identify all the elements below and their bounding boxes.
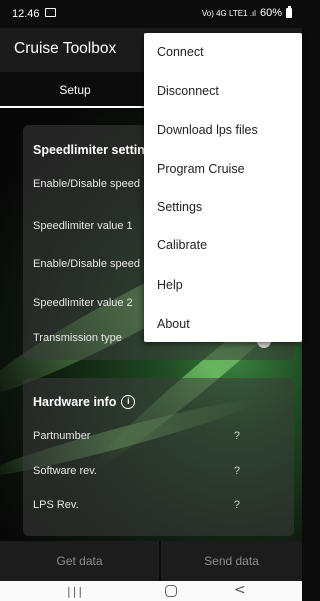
speedlimiter-value-1-label[interactable]: Speedlimiter value 1 (33, 220, 133, 232)
lps-rev-value: ? (233, 499, 240, 511)
battery-icon (286, 6, 292, 18)
image-icon (45, 8, 56, 17)
menu-item-about[interactable]: About (157, 317, 190, 331)
partnumber-label: Partnumber (33, 430, 91, 442)
menu-item-help[interactable]: Help (157, 278, 183, 292)
speedlimiter-value-2-label[interactable]: Speedlimiter value 2 (33, 297, 133, 309)
hardware-card: Hardware info i Partnumber ? Software re… (23, 378, 294, 536)
nav-bar: ||| < (0, 581, 302, 601)
overflow-menu: Connect Disconnect Download lps files Pr… (144, 33, 302, 342)
menu-item-disconnect[interactable]: Disconnect (157, 84, 219, 98)
signal-icon: Vo) 4G LTE1 .ıl (201, 8, 256, 18)
transmission-type-label[interactable]: Transmission type (33, 332, 122, 344)
enable-speed-2-label[interactable]: Enable/Disable speed (33, 258, 140, 270)
app-title: Cruise Toolbox (14, 40, 117, 57)
home-icon[interactable] (165, 585, 177, 597)
speedlimiter-title: Speedlimiter settin (33, 143, 145, 157)
menu-item-program-cruise[interactable]: Program Cruise (157, 162, 245, 176)
enable-speed-1-label[interactable]: Enable/Disable speed (33, 178, 140, 190)
status-time: 12.46 (12, 8, 40, 20)
tab-setup[interactable]: Setup (0, 72, 150, 108)
status-bar: 12.46 Vo) 4G LTE1 .ıl 60% (0, 0, 302, 28)
menu-item-calibrate[interactable]: Calibrate (157, 238, 207, 252)
send-data-button[interactable]: Send data (161, 541, 302, 581)
partnumber-value: ? (233, 430, 240, 442)
software-rev-value: ? (233, 465, 240, 477)
menu-item-connect[interactable]: Connect (157, 45, 204, 59)
menu-item-settings[interactable]: Settings (157, 200, 202, 214)
get-data-button[interactable]: Get data (0, 541, 159, 581)
back-icon[interactable]: < (234, 582, 246, 598)
info-icon[interactable]: i (121, 395, 136, 409)
software-rev-label: Software rev. (33, 465, 97, 477)
hardware-title: Hardware info (33, 395, 117, 409)
hardware-title-row: Hardware info i (33, 395, 136, 409)
recents-icon[interactable]: ||| (67, 585, 84, 598)
battery-percent: 60% (259, 7, 282, 19)
menu-item-download-lps[interactable]: Download lps files (157, 123, 258, 137)
lps-rev-label: LPS Rev. (33, 499, 79, 511)
status-indicators: Vo) 4G LTE1 .ıl 60% (201, 6, 292, 19)
